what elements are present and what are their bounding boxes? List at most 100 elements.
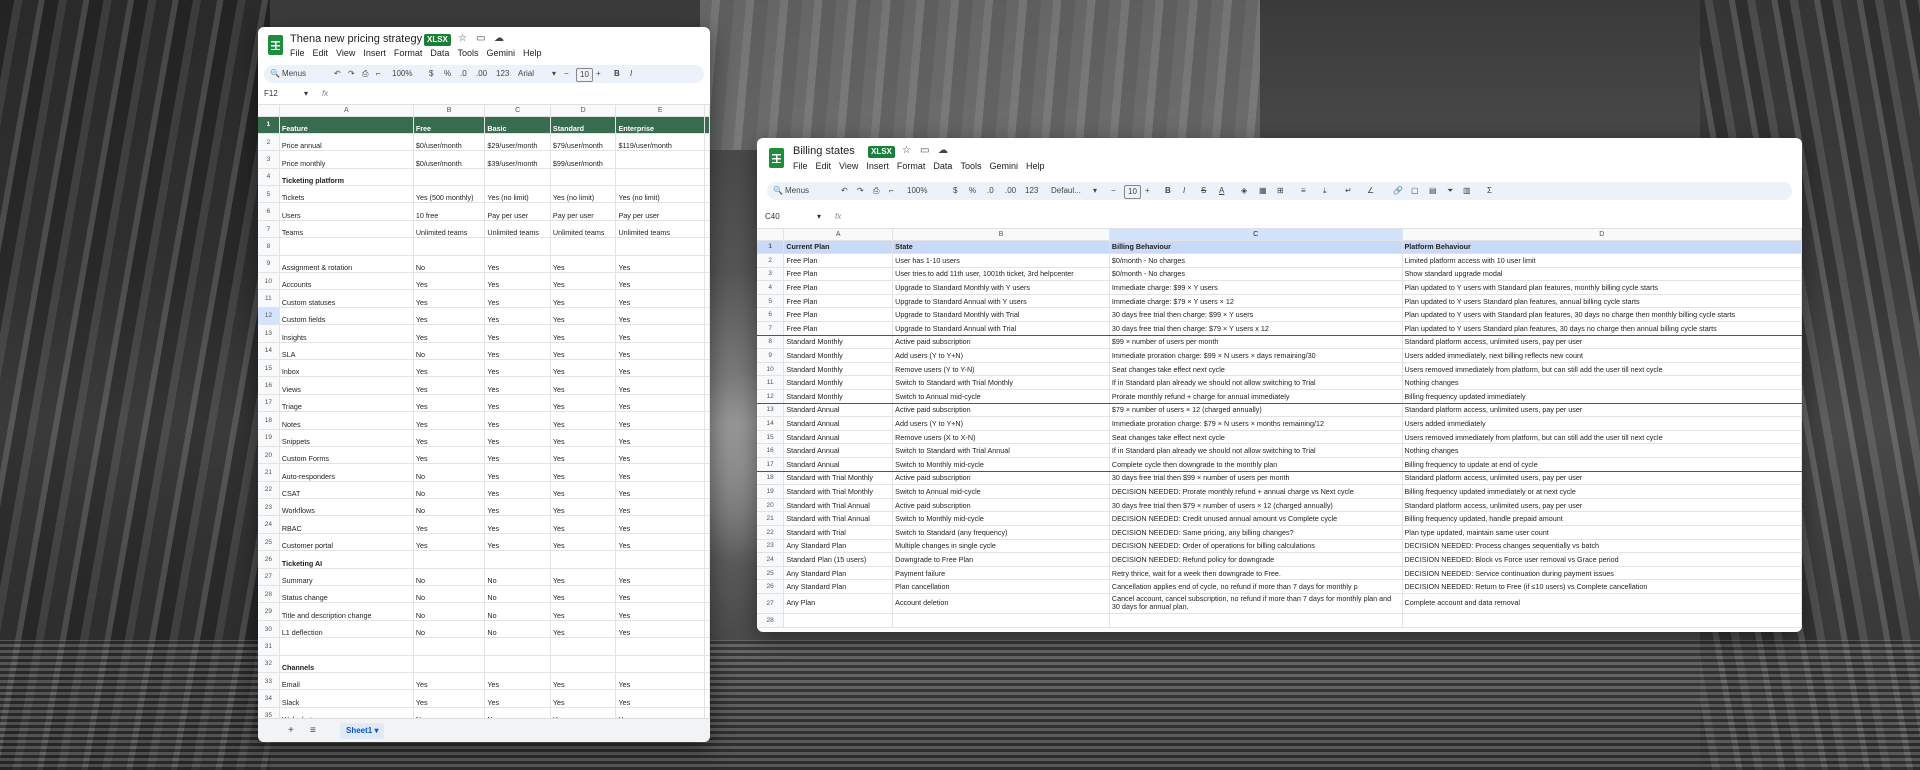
row-number[interactable]: 14 [757,416,785,431]
row-number[interactable]: 8 [258,237,280,256]
row-number[interactable]: 31 [258,637,280,656]
cell[interactable] [704,116,710,134]
cell[interactable]: Yes [484,533,551,552]
cell[interactable]: Yes [413,359,486,378]
row-number[interactable]: 3 [258,150,280,169]
cell[interactable] [413,655,486,674]
cell[interactable]: 10 free [413,202,486,221]
cell[interactable]: Yes [550,585,617,604]
cell[interactable]: Any Standard Plan [783,566,894,581]
cell[interactable]: SLA [279,342,414,360]
cell[interactable]: Standard Annual [783,403,894,418]
cell[interactable]: Standard Monthly [783,335,894,350]
increase-decimal-button[interactable]: .00 [1005,182,1016,200]
cell[interactable]: $99 × number of users per month [1109,335,1403,350]
cell[interactable]: Yes [615,533,705,552]
cell[interactable]: Seat changes take effect next cycle [1109,362,1403,377]
italic-button[interactable]: I [630,65,632,83]
menu-data[interactable]: Data [933,161,952,171]
menu-edit[interactable]: Edit [816,161,832,171]
cell[interactable]: No [413,342,486,360]
cell[interactable] [413,550,486,569]
cell[interactable] [615,237,705,256]
cell[interactable]: No [484,585,551,604]
font-size-input[interactable]: 10 [1124,185,1141,199]
row-number[interactable]: 10 [757,362,785,377]
cell[interactable]: Tickets [279,185,414,204]
cell[interactable]: Standard Plan (15 users) [783,552,894,567]
cell[interactable] [550,655,617,674]
cell[interactable]: Yes [615,376,705,395]
cell[interactable]: Yes [484,359,551,378]
cell[interactable]: Yes [484,498,551,517]
cell[interactable]: Yes [484,307,551,326]
cell[interactable]: Active paid subscription [892,498,1110,513]
row-number[interactable]: 21 [757,511,785,526]
row-number[interactable]: 34 [258,689,280,708]
cell[interactable]: Pay per user [550,202,617,221]
select-all-corner[interactable] [757,229,785,241]
cell[interactable]: Notes [279,411,414,430]
cell[interactable]: Slack [279,689,414,708]
insert-chart-icon[interactable]: ▤ [1429,182,1437,200]
cell[interactable]: Yes [413,689,486,708]
row-number[interactable]: 7 [757,321,785,336]
column-header-d[interactable]: D [550,105,617,117]
cell[interactable]: Yes [550,359,617,378]
cell[interactable] [615,655,705,674]
cell[interactable]: No [413,481,486,500]
cell[interactable]: Upgrade to Standard Monthly with Y users [892,280,1110,295]
row-number[interactable]: 8 [757,335,785,350]
cell[interactable]: Standard with Trial Annual [783,511,894,526]
cell[interactable]: Standard with Trial [783,525,894,540]
cell[interactable]: Billing frequency updated immediately [1402,389,1802,404]
cell[interactable]: Yes [615,498,705,517]
cell[interactable]: Standard platform access, unlimited user… [1402,335,1802,350]
cell[interactable]: Yes [550,272,617,291]
row-number[interactable]: 32 [258,655,280,674]
text-color-button[interactable]: A [1219,182,1224,200]
cell[interactable]: Plan updated to Y users with Standard pl… [1402,280,1802,295]
cell[interactable]: Yes [615,446,705,465]
print-icon[interactable]: ⎙ [362,65,368,83]
row-number[interactable]: 27 [258,568,280,587]
cell[interactable]: DECISION NEEDED: Credit unused annual am… [1109,511,1403,526]
search-menus-icon[interactable]: 🔍 [773,182,783,200]
cell[interactable]: Standard platform access, unlimited user… [1402,471,1802,486]
cell[interactable]: Free Plan [783,294,894,309]
cell[interactable] [704,289,710,308]
cell[interactable]: No [413,498,486,517]
cell[interactable]: No [484,620,551,639]
cell[interactable]: Pay per user [484,202,551,221]
cell[interactable] [413,637,486,656]
row-number[interactable]: 23 [258,498,280,517]
cell[interactable] [704,498,710,517]
cell[interactable] [615,637,705,656]
cell[interactable]: Yes [413,394,486,413]
cell[interactable]: Yes [484,429,551,447]
cell[interactable] [704,533,710,552]
cell[interactable]: Yes [615,289,705,308]
cell[interactable]: Remove users (Y to Y-N) [892,362,1110,377]
cell[interactable]: Yes [615,394,705,413]
cell[interactable]: Prorate monthly refund + charge for annu… [1109,389,1403,404]
horizontal-align-icon[interactable]: ≡ [1301,182,1306,200]
cell[interactable]: Show standard upgrade modal [1402,267,1802,282]
row-number[interactable]: 3 [757,267,785,282]
row-number[interactable]: 9 [757,348,785,363]
cell[interactable] [704,707,710,718]
menu-edit[interactable]: Edit [313,48,329,58]
add-sheet-button[interactable]: + [288,723,294,739]
cell[interactable]: Yes [484,411,551,430]
folder-icon[interactable]: ▭ [920,145,929,157]
cell[interactable]: $39/user/month [484,150,551,169]
cell[interactable] [704,655,710,674]
cell[interactable]: Yes [550,689,617,708]
cell[interactable]: Yes [484,324,551,343]
cell[interactable]: Enterprise [615,116,705,134]
cell[interactable]: Triage [279,394,414,413]
cell[interactable]: Active paid subscription [892,335,1110,350]
cell[interactable]: Views [279,376,414,395]
cell[interactable]: Standard with Trial Annual [783,498,894,513]
column-header-b[interactable]: B [892,229,1110,241]
